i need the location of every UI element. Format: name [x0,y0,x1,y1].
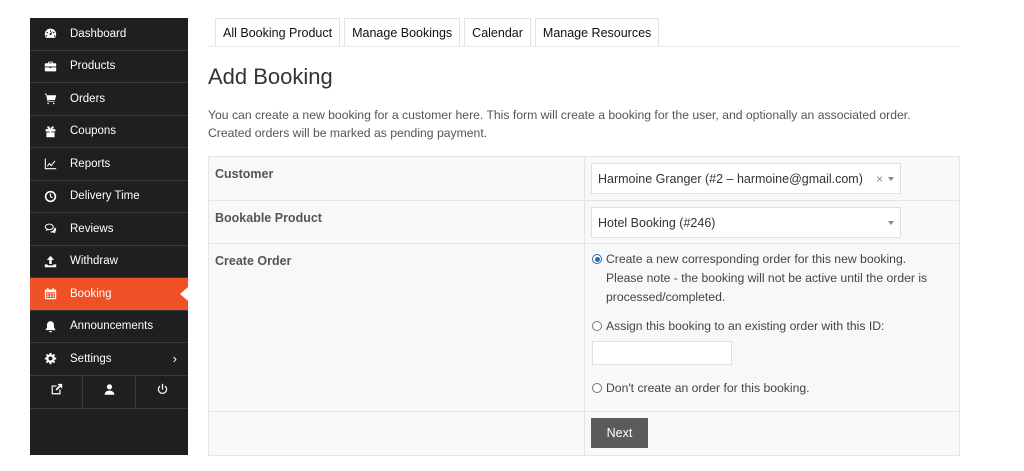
sidebar-item-orders[interactable]: Orders [30,83,188,116]
radio-new-order[interactable] [592,254,602,264]
calendar-icon [30,287,70,300]
tab-manage-bookings[interactable]: Manage Bookings [344,18,461,47]
customer-row: Customer Harmoine Granger (#2 – harmoine… [209,157,959,201]
product-select-value: Hotel Booking (#246) [598,215,716,230]
sidebar-item-reviews[interactable]: Reviews [30,213,188,246]
user-icon [103,383,116,401]
chevron-right-icon: › [172,351,177,367]
submit-row: Next [209,412,959,455]
tab-calendar[interactable]: Calendar [464,18,531,47]
customer-select-value: Harmoine Granger (#2 – harmoine@gmail.co… [598,171,863,186]
customer-select[interactable]: Harmoine Granger (#2 – harmoine@gmail.co… [591,163,901,194]
dashboard-icon [30,27,70,40]
sidebar-item-delivery-time[interactable]: Delivery Time [30,181,188,213]
option-new-order-text: Create a new corresponding order for thi… [606,252,928,304]
sidebar-item-label: Reviews [70,222,114,235]
booking-tabs: All Booking Product Manage Bookings Cale… [215,18,663,47]
profile-button[interactable] [83,375,136,408]
sidebar-item-label: Delivery Time [70,190,140,203]
tabs-divider [208,46,960,47]
sidebar: Dashboard Products Orders Coupons Report… [30,18,188,455]
chevron-down-icon [888,177,894,181]
tab-all-booking-product[interactable]: All Booking Product [215,18,341,47]
add-booking-form: Customer Harmoine Granger (#2 – harmoine… [208,156,960,456]
product-label: Bookable Product [209,201,585,243]
radio-existing-order[interactable] [592,321,602,331]
next-button[interactable]: Next [591,418,648,448]
bell-icon [30,320,70,333]
clear-icon[interactable]: × [876,172,883,186]
order-id-input[interactable] [592,341,732,365]
briefcase-icon [30,60,70,73]
option-no-order[interactable]: Don't create an order for this booking. [591,379,953,398]
line-chart-icon [30,157,70,170]
sidebar-item-coupons[interactable]: Coupons [30,116,188,148]
external-link-icon [50,383,63,401]
sidebar-bottom-bar [30,375,188,409]
sidebar-item-label: Booking [70,287,112,300]
option-no-order-text: Don't create an order for this booking. [606,381,810,395]
sidebar-item-label: Products [70,60,116,73]
sidebar-item-reports[interactable]: Reports [30,148,188,181]
clock-icon [30,190,70,203]
page-description: You can create a new booking for a custo… [208,108,911,140]
visit-store-button[interactable] [30,375,83,408]
sidebar-item-label: Announcements [70,320,154,333]
product-row: Bookable Product Hotel Booking (#246) [209,201,959,244]
gear-icon [30,352,70,365]
sidebar-item-label: Reports [70,157,111,170]
radio-no-order[interactable] [592,383,602,393]
customer-label: Customer [209,157,585,200]
sidebar-item-label: Dashboard [70,27,127,40]
tab-manage-resources[interactable]: Manage Resources [534,18,660,47]
sidebar-item-booking[interactable]: Booking [30,278,188,311]
gift-icon [30,125,70,138]
sidebar-item-withdraw[interactable]: Withdraw [30,246,188,278]
sidebar-item-label: Withdraw [70,255,118,268]
option-existing-order[interactable]: Assign this booking to an existing order… [591,317,953,336]
create-order-label: Create Order [209,244,585,411]
sidebar-item-announcements[interactable]: Announcements [30,311,188,343]
sidebar-item-products[interactable]: Products [30,51,188,83]
sidebar-item-label: Orders [70,92,106,105]
sidebar-item-settings[interactable]: Settings › [30,343,188,376]
sidebar-item-label: Settings [70,352,112,365]
comments-icon [30,222,70,235]
logout-button[interactable] [136,376,188,408]
sidebar-item-label: Coupons [70,125,117,138]
option-existing-order-text: Assign this booking to an existing order… [606,319,885,333]
product-select[interactable]: Hotel Booking (#246) [591,207,901,238]
page-title: Add Booking [208,64,333,89]
option-new-order[interactable]: Create a new corresponding order for thi… [591,250,953,307]
upload-icon [30,255,70,268]
sidebar-item-dashboard[interactable]: Dashboard [30,18,188,51]
cart-icon [30,92,70,105]
create-order-row: Create Order Create a new corresponding … [209,244,959,412]
submit-row-spacer [209,412,585,455]
chevron-down-icon [888,221,894,225]
power-icon [156,383,169,401]
